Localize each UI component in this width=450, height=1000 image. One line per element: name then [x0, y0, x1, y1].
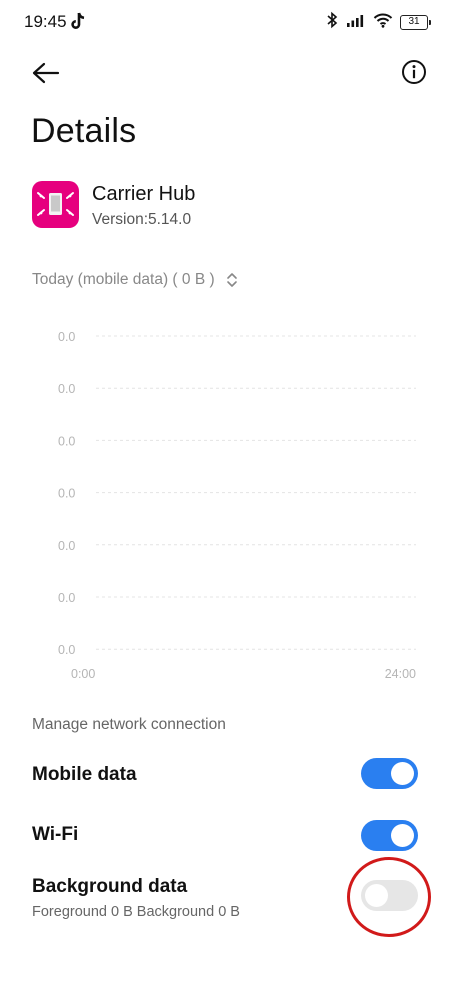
- cellular-signal-icon: [346, 13, 366, 32]
- toggle-knob: [391, 824, 414, 847]
- x-tick-label: 24:00: [385, 667, 416, 681]
- usage-chart: 0.0 0.0 0.0 0.0 0.0 0.0 0.0 0:00 24:00: [0, 320, 450, 690]
- y-tick-label: 0.0: [58, 434, 75, 448]
- mobile-data-row[interactable]: Mobile data: [0, 748, 450, 804]
- y-tick-label: 0.0: [58, 382, 75, 396]
- y-tick-label: 0.0: [58, 539, 75, 553]
- x-tick-label: 0:00: [71, 667, 95, 681]
- info-button[interactable]: [400, 58, 428, 86]
- wifi-row[interactable]: Wi-Fi: [0, 808, 450, 864]
- y-tick-label: 0.0: [58, 330, 75, 344]
- y-tick-label: 0.0: [58, 643, 75, 657]
- carrier-hub-app-icon: [32, 181, 79, 228]
- info-icon: [402, 60, 426, 84]
- y-tick-label: 0.0: [58, 591, 75, 605]
- background-data-label: Background data: [32, 876, 188, 897]
- status-time: 19:45: [24, 12, 67, 31]
- toggle-knob: [365, 884, 388, 907]
- background-data-sublabel: Foreground 0 B Background 0 B: [32, 904, 240, 920]
- usage-period-label: Today (mobile data) ( 0 B ): [32, 271, 215, 288]
- background-data-row[interactable]: Background data Foreground 0 B Backgroun…: [0, 866, 450, 930]
- mobile-data-toggle[interactable]: [361, 758, 418, 789]
- status-icons: 31: [325, 11, 431, 34]
- wifi-toggle[interactable]: [361, 820, 418, 851]
- chevron-up-down-icon: [225, 271, 239, 289]
- wifi-icon: [373, 12, 393, 33]
- app-version: Version:5.14.0: [92, 211, 192, 228]
- mobile-data-label: Mobile data: [32, 764, 137, 785]
- toggle-knob: [391, 762, 414, 785]
- usage-chart-svg: 0.0 0.0 0.0 0.0 0.0 0.0 0.0 0:00 24:00: [58, 330, 416, 681]
- back-button[interactable]: [28, 56, 64, 90]
- background-data-toggle[interactable]: [361, 880, 418, 911]
- top-bar: [0, 52, 450, 92]
- app-name: Carrier Hub: [92, 183, 196, 205]
- back-arrow-icon: [32, 62, 60, 84]
- usage-period-selector[interactable]: Today (mobile data) ( 0 B ): [32, 268, 239, 292]
- wifi-label: Wi-Fi: [32, 824, 79, 845]
- section-label-manage-network: Manage network connection: [32, 716, 226, 733]
- status-bar: 19:45 31: [0, 0, 450, 44]
- battery-icon: 31: [400, 14, 431, 30]
- page-title: Details: [31, 112, 137, 150]
- bluetooth-icon: [325, 11, 339, 34]
- y-tick-label: 0.0: [58, 487, 75, 501]
- tiktok-notification-icon: [70, 11, 86, 31]
